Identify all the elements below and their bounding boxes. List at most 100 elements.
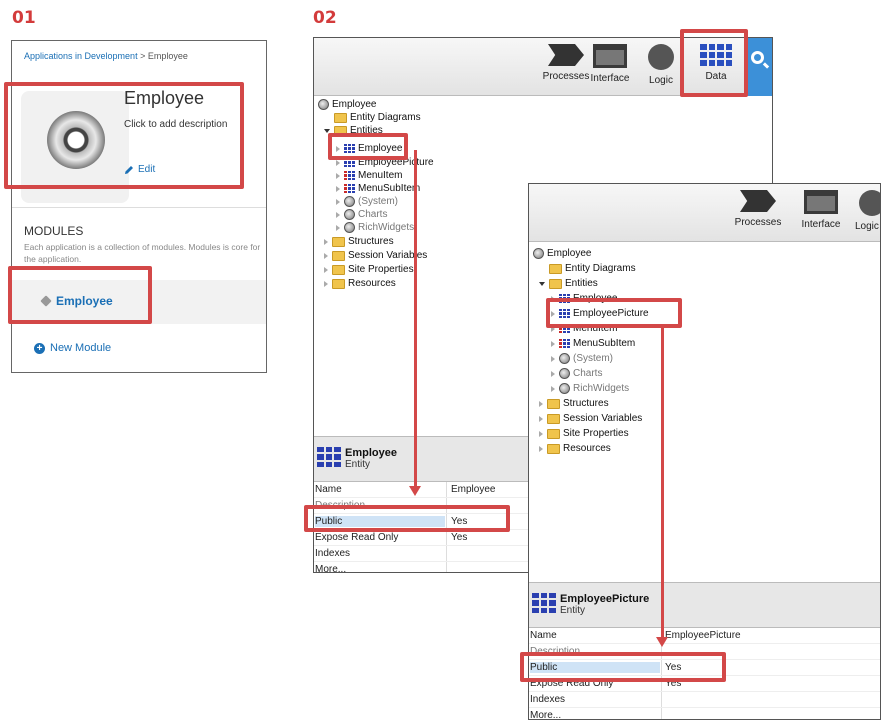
tree-node-entity-menuitem[interactable]: MenuItem xyxy=(336,169,402,182)
service-studio-window-employeepicture: Processes Interface Logic Employee Entit… xyxy=(528,183,881,720)
tree-node-entity-diagrams[interactable]: Entity Diagrams xyxy=(549,262,636,275)
interface-icon xyxy=(804,190,838,214)
collapse-icon[interactable] xyxy=(551,385,555,392)
tree-label: Entity Diagrams xyxy=(565,263,636,274)
search-button[interactable] xyxy=(746,38,772,96)
collapse-icon[interactable] xyxy=(551,370,555,377)
properties-subtitle: Entity xyxy=(560,605,586,616)
tree-node-charts[interactable]: Charts xyxy=(551,367,602,380)
tab-label: Interface xyxy=(590,73,630,84)
tree-label: Site Properties xyxy=(348,264,414,275)
folder-icon xyxy=(332,250,345,261)
property-key: More... xyxy=(315,564,347,573)
tree-node-site-properties[interactable]: Site Properties xyxy=(324,263,414,276)
properties-subtitle: Entity xyxy=(345,459,371,470)
tab-interface[interactable]: Interface xyxy=(580,44,640,84)
collapse-icon[interactable] xyxy=(336,172,340,179)
tree-node-root[interactable]: Employee xyxy=(533,247,591,260)
processes-icon xyxy=(740,190,776,212)
property-value[interactable]: EmployeePicture xyxy=(665,630,741,641)
collapse-icon[interactable] xyxy=(324,252,328,259)
tree-node-structures[interactable]: Structures xyxy=(324,235,394,248)
expand-icon[interactable] xyxy=(324,128,330,133)
tree-node-charts[interactable]: Charts xyxy=(336,208,387,221)
arrow-head-icon xyxy=(656,637,668,647)
tree-node-site-properties[interactable]: Site Properties xyxy=(539,427,629,440)
tree-node-root[interactable]: Employee xyxy=(318,98,376,111)
tree-label: Resources xyxy=(348,278,396,289)
tree-label: (System) xyxy=(358,196,398,207)
arrow-employeepicture-to-public xyxy=(661,327,664,639)
folder-icon xyxy=(332,264,345,275)
reference-icon xyxy=(559,353,570,364)
tree-label: RichWidgets xyxy=(358,222,415,233)
tree-node-richwidgets[interactable]: RichWidgets xyxy=(336,221,414,234)
tab-logic[interactable]: Logic xyxy=(636,44,686,86)
tree-node-entity-diagrams[interactable]: Entity Diagrams xyxy=(334,111,421,124)
modules-note: Each application is a collection of modu… xyxy=(24,242,261,264)
tree-label: Employee xyxy=(332,99,377,110)
toolbar: Processes Interface Logic xyxy=(529,184,880,242)
breadcrumb-link-applications[interactable]: Applications in Development xyxy=(24,51,138,61)
collapse-icon[interactable] xyxy=(336,198,340,205)
step-number-02: 02 xyxy=(313,8,337,28)
tree-label: Employee xyxy=(547,248,592,259)
collapse-icon[interactable] xyxy=(539,400,543,407)
properties-title: EmployeePicture xyxy=(560,593,650,605)
properties-header: EmployeePicture Entity xyxy=(529,582,880,628)
collapse-icon[interactable] xyxy=(336,159,340,166)
processes-icon xyxy=(548,44,584,66)
property-row-indexes[interactable]: Indexes xyxy=(529,692,880,708)
tab-label: Interface xyxy=(801,219,841,230)
collapse-icon[interactable] xyxy=(539,415,543,422)
tree-node-resources[interactable]: Resources xyxy=(324,277,396,290)
tree-node-entity-menusubitem[interactable]: MenuSubItem xyxy=(336,182,420,195)
highlight-box-module xyxy=(8,266,152,324)
search-icon xyxy=(751,51,764,64)
collapse-icon[interactable] xyxy=(539,430,543,437)
tab-label: Processes xyxy=(734,217,782,228)
tree-label: Entity Diagrams xyxy=(350,112,421,123)
property-value[interactable]: Yes xyxy=(451,532,467,543)
collapse-icon[interactable] xyxy=(539,445,543,452)
collapse-icon[interactable] xyxy=(336,185,340,192)
collapse-icon[interactable] xyxy=(551,340,555,347)
tree-node-system[interactable]: (System) xyxy=(551,352,613,365)
folder-icon xyxy=(547,443,560,454)
tree-node-entity-menusubitem[interactable]: MenuSubItem xyxy=(551,337,635,350)
tree-node-richwidgets[interactable]: RichWidgets xyxy=(551,382,629,395)
tree-label: Site Properties xyxy=(563,428,629,439)
tree-node-session-variables[interactable]: Session Variables xyxy=(324,249,427,262)
tree-node-structures[interactable]: Structures xyxy=(539,397,609,410)
step-number-01: 01 xyxy=(12,8,36,28)
collapse-icon[interactable] xyxy=(336,224,340,231)
property-row-name[interactable]: Name EmployeePicture xyxy=(529,628,880,644)
tab-logic[interactable]: Logic xyxy=(851,190,880,232)
tree-node-session-variables[interactable]: Session Variables xyxy=(539,412,642,425)
tab-processes[interactable]: Processes xyxy=(728,190,788,228)
property-key: Indexes xyxy=(530,694,566,705)
tree-label: MenuSubItem xyxy=(573,338,636,349)
collapse-icon[interactable] xyxy=(324,280,328,287)
new-module-button[interactable]: + New Module xyxy=(34,342,111,354)
tree-node-system[interactable]: (System) xyxy=(336,195,398,208)
collapse-icon[interactable] xyxy=(324,266,328,273)
collapse-icon[interactable] xyxy=(324,238,328,245)
collapse-icon[interactable] xyxy=(336,211,340,218)
tab-label: Logic xyxy=(855,221,879,232)
breadcrumb-current: Employee xyxy=(147,51,188,61)
expand-icon[interactable] xyxy=(539,281,545,286)
tree-node-entities[interactable]: Entities xyxy=(539,277,598,290)
highlight-box-employeepicture-entity xyxy=(546,298,682,328)
highlight-box-data-tab xyxy=(680,29,748,97)
collapse-icon[interactable] xyxy=(551,355,555,362)
tab-interface[interactable]: Interface xyxy=(791,190,851,230)
property-key: More... xyxy=(530,710,562,720)
logic-icon xyxy=(859,190,880,216)
property-row-more[interactable]: More... xyxy=(529,708,880,720)
entity-icon xyxy=(344,171,355,180)
reference-icon xyxy=(559,383,570,394)
entity-icon xyxy=(344,184,355,193)
tree-node-resources[interactable]: Resources xyxy=(539,442,611,455)
property-value[interactable]: Employee xyxy=(451,484,495,495)
